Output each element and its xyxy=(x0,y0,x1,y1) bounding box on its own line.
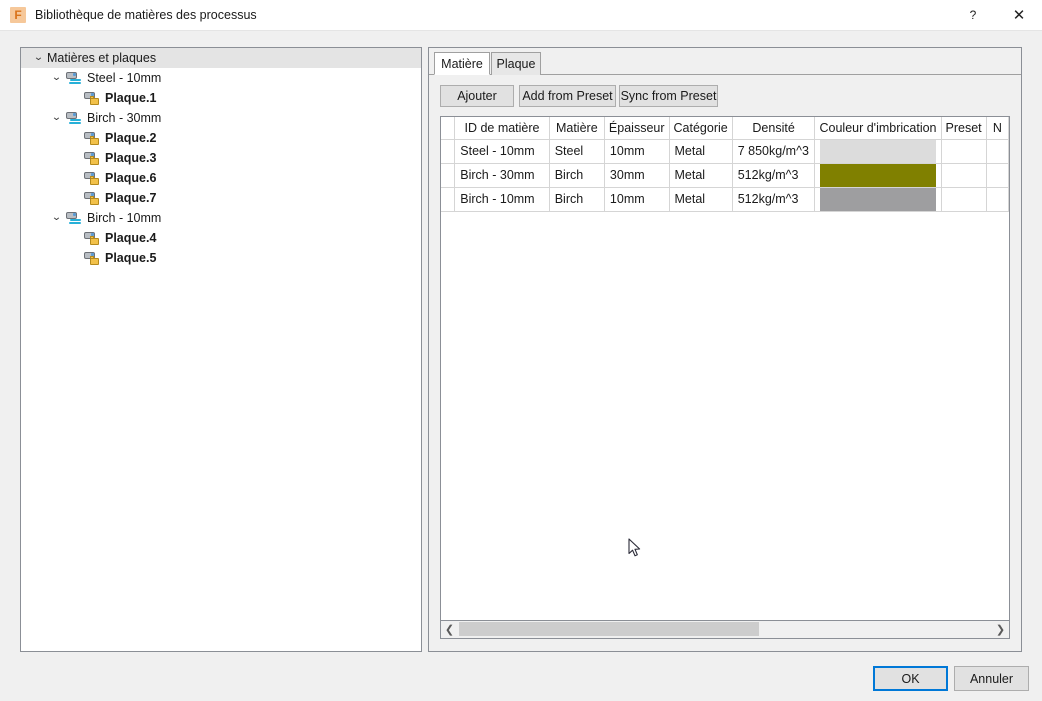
tree-item-label: Plaque.5 xyxy=(105,251,157,265)
tree-item-plate[interactable]: Plaque.4 xyxy=(21,228,421,248)
scrollbar-thumb[interactable] xyxy=(459,622,759,636)
tree-item-plate[interactable]: Plaque.6 xyxy=(21,168,421,188)
material-details-panel: Matière Plaque Ajouter Add from Preset S… xyxy=(428,47,1022,652)
cell-id[interactable]: Steel - 10mm xyxy=(454,139,550,164)
color-swatch[interactable] xyxy=(820,187,936,210)
tree-item-label: Birch - 10mm xyxy=(87,211,162,225)
ok-button[interactable]: OK xyxy=(873,666,948,691)
cell-density[interactable]: 7 850kg/m^3 xyxy=(732,139,816,164)
cell-category[interactable]: Metal xyxy=(669,187,733,212)
cell-id[interactable]: Birch - 10mm xyxy=(454,187,550,212)
column-header-material[interactable]: Matière xyxy=(549,117,605,140)
tree-item-label: Plaque.7 xyxy=(105,191,157,205)
table-horizontal-scrollbar[interactable]: ❮ ❯ xyxy=(440,621,1010,639)
cell-thickness[interactable]: 10mm xyxy=(604,139,670,164)
cell-n[interactable] xyxy=(986,187,1009,212)
cancel-button[interactable]: Annuler xyxy=(954,666,1029,691)
plate-icon xyxy=(83,251,100,266)
plate-icon xyxy=(83,191,100,206)
tree-item-plate[interactable]: Plaque.3 xyxy=(21,148,421,168)
tree-item-label: Matières et plaques xyxy=(47,51,157,65)
tree-item-group[interactable]: ⌄ Steel - 10mm xyxy=(21,68,421,88)
chevron-down-icon[interactable]: ⌄ xyxy=(28,48,49,68)
row-selector[interactable] xyxy=(441,139,456,164)
table-row[interactable]: Birch - 30mm Birch 30mm Metal 512kg/m^3 xyxy=(441,163,1009,188)
cell-nest-color[interactable] xyxy=(814,187,942,212)
tree-item-label: Plaque.2 xyxy=(105,131,157,145)
table-header-row: ID de matière Matière Épaisseur Catégori… xyxy=(441,117,1009,140)
row-selector[interactable] xyxy=(441,163,456,188)
column-header-category[interactable]: Catégorie xyxy=(669,117,733,140)
plate-icon xyxy=(83,131,100,146)
plate-icon xyxy=(83,91,100,106)
cell-n[interactable] xyxy=(986,139,1009,164)
table-row[interactable]: Birch - 10mm Birch 10mm Metal 512kg/m^3 xyxy=(441,187,1009,212)
chevron-down-icon[interactable]: ⌄ xyxy=(46,108,67,128)
sync-from-preset-button[interactable]: Sync from Preset xyxy=(619,85,718,107)
help-button[interactable]: ? xyxy=(950,0,996,31)
cell-category[interactable]: Metal xyxy=(669,139,733,164)
scroll-right-arrow-icon[interactable]: ❯ xyxy=(992,621,1009,637)
tree-item-label: Plaque.6 xyxy=(105,171,157,185)
material-stack-icon xyxy=(65,111,82,126)
close-button[interactable]: ✕ xyxy=(996,0,1042,31)
tree-item-label: Birch - 30mm xyxy=(87,111,162,125)
cell-n[interactable] xyxy=(986,163,1009,188)
cell-preset[interactable] xyxy=(941,187,987,212)
cell-category[interactable]: Metal xyxy=(669,163,733,188)
tab-matiere[interactable]: Matière xyxy=(434,52,490,75)
tree-item-plate[interactable]: Plaque.7 xyxy=(21,188,421,208)
cell-density[interactable]: 512kg/m^3 xyxy=(732,187,816,212)
fusion-f-icon: F xyxy=(10,7,26,23)
cell-thickness[interactable]: 30mm xyxy=(604,163,670,188)
tree-item-label: Plaque.1 xyxy=(105,91,157,105)
cell-preset[interactable] xyxy=(941,139,987,164)
plate-icon xyxy=(83,151,100,166)
chevron-down-icon[interactable]: ⌄ xyxy=(46,68,67,88)
color-swatch[interactable] xyxy=(820,163,936,186)
cell-density[interactable]: 512kg/m^3 xyxy=(732,163,816,188)
panel-tabstrip: Matière Plaque xyxy=(429,52,1021,75)
column-header-rowselect[interactable] xyxy=(441,117,456,140)
material-stack-icon xyxy=(65,211,82,226)
tree-item-label: Plaque.4 xyxy=(105,231,157,245)
tab-plaque[interactable]: Plaque xyxy=(491,52,541,75)
scroll-left-arrow-icon[interactable]: ❮ xyxy=(441,621,458,637)
add-from-preset-button[interactable]: Add from Preset xyxy=(519,85,616,107)
material-stack-icon xyxy=(65,71,82,86)
window-titlebar: F Bibliothèque de matières des processus… xyxy=(0,0,1042,31)
table-row[interactable]: Steel - 10mm Steel 10mm Metal 7 850kg/m^… xyxy=(441,139,1009,164)
plate-icon xyxy=(83,231,100,246)
tree-item-label: Plaque.3 xyxy=(105,151,157,165)
cell-nest-color[interactable] xyxy=(814,139,942,164)
cell-material[interactable]: Steel xyxy=(549,139,605,164)
plate-icon xyxy=(83,171,100,186)
column-header-thickness[interactable]: Épaisseur xyxy=(604,117,670,140)
row-selector[interactable] xyxy=(441,187,456,212)
cell-material[interactable]: Birch xyxy=(549,187,605,212)
cell-id[interactable]: Birch - 30mm xyxy=(454,163,550,188)
column-header-id[interactable]: ID de matière xyxy=(454,117,550,140)
materials-tree-panel[interactable]: ⌄ Matières et plaques ⌄ Steel - 10mm Pla… xyxy=(20,47,422,652)
materials-table[interactable]: ID de matière Matière Épaisseur Catégori… xyxy=(440,116,1010,621)
column-header-preset[interactable]: Preset xyxy=(941,117,987,140)
column-header-n[interactable]: N xyxy=(986,117,1009,140)
cell-nest-color[interactable] xyxy=(814,163,942,188)
tree-item-root[interactable]: ⌄ Matières et plaques xyxy=(21,48,421,68)
column-header-density[interactable]: Densité xyxy=(732,117,816,140)
cell-preset[interactable] xyxy=(941,163,987,188)
tree-item-group[interactable]: ⌄ Birch - 30mm xyxy=(21,108,421,128)
cell-material[interactable]: Birch xyxy=(549,163,605,188)
tree-item-plate[interactable]: Plaque.5 xyxy=(21,248,421,268)
window-title: Bibliothèque de matières des processus xyxy=(35,8,257,22)
cell-thickness[interactable]: 10mm xyxy=(604,187,670,212)
tree-item-label: Steel - 10mm xyxy=(87,71,162,85)
tree-item-group[interactable]: ⌄ Birch - 10mm xyxy=(21,208,421,228)
tree-item-plate[interactable]: Plaque.2 xyxy=(21,128,421,148)
add-button[interactable]: Ajouter xyxy=(440,85,514,107)
color-swatch[interactable] xyxy=(820,139,936,162)
column-header-nest-color[interactable]: Couleur d'imbrication xyxy=(814,117,942,140)
tree-item-plate[interactable]: Plaque.1 xyxy=(21,88,421,108)
chevron-down-icon[interactable]: ⌄ xyxy=(46,208,67,228)
